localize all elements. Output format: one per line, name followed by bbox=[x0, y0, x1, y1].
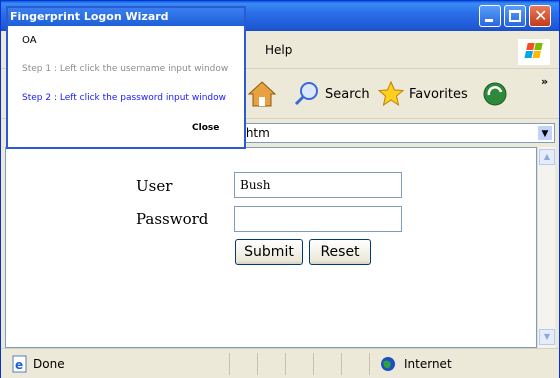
menu-help[interactable]: Help bbox=[265, 43, 292, 57]
media-icon bbox=[483, 82, 507, 106]
address-dropdown-icon[interactable]: ▼ bbox=[537, 125, 553, 141]
media-button[interactable] bbox=[481, 79, 509, 109]
svg-text:e: e bbox=[15, 358, 23, 372]
ie-page-icon: e bbox=[12, 355, 27, 373]
password-label: Password bbox=[136, 210, 209, 228]
scroll-up-icon[interactable]: ▲ bbox=[539, 149, 555, 165]
favorites-label: Favorites bbox=[409, 86, 468, 102]
page-content: User Bush Password Submit Reset bbox=[5, 147, 537, 348]
user-label: User bbox=[136, 177, 173, 195]
close-icon: ✕ bbox=[534, 6, 548, 25]
status-panel bbox=[313, 353, 341, 375]
status-panel bbox=[257, 353, 285, 375]
status-panel bbox=[229, 353, 257, 375]
home-icon bbox=[247, 81, 277, 107]
fingerprint-wizard-dialog: Fingerprint Logon Wizard OA Step 1 : Lef… bbox=[6, 6, 246, 149]
user-input-value: Bush bbox=[240, 178, 271, 192]
user-input[interactable]: Bush bbox=[234, 172, 402, 198]
status-panel bbox=[341, 353, 369, 375]
wizard-step1: Step 1 : Left click the username input w… bbox=[22, 64, 229, 74]
toolbar-overflow-chevron[interactable]: » bbox=[541, 75, 548, 88]
home-button[interactable] bbox=[247, 79, 277, 109]
reset-button[interactable]: Reset bbox=[309, 239, 371, 265]
star-icon bbox=[377, 80, 405, 107]
address-text: .htm bbox=[242, 126, 270, 140]
maximize-icon bbox=[509, 10, 521, 22]
minimize-button[interactable] bbox=[479, 5, 501, 27]
minimize-icon bbox=[485, 19, 493, 22]
windows-logo-icon bbox=[518, 39, 550, 65]
zone-panel: Internet bbox=[369, 353, 551, 375]
status-text: Done bbox=[33, 357, 65, 371]
vertical-scrollbar[interactable]: ▲ ▼ bbox=[537, 147, 555, 348]
wizard-app-name: OA bbox=[22, 35, 37, 46]
zone-text: Internet bbox=[404, 357, 452, 371]
submit-button[interactable]: Submit bbox=[235, 239, 303, 265]
status-panel bbox=[285, 353, 313, 375]
scroll-down-icon[interactable]: ▼ bbox=[539, 329, 555, 345]
globe-icon bbox=[381, 357, 395, 371]
search-label: Search bbox=[325, 86, 370, 102]
password-input[interactable] bbox=[234, 206, 402, 232]
wizard-step2: Step 2 : Left click the password input w… bbox=[22, 93, 226, 103]
search-icon bbox=[294, 82, 318, 106]
wizard-title[interactable]: Fingerprint Logon Wizard bbox=[8, 8, 244, 26]
maximize-button[interactable] bbox=[504, 5, 526, 27]
status-bar: e Done Internet bbox=[1, 348, 559, 378]
search-button[interactable]: Search bbox=[293, 79, 370, 109]
favorites-button[interactable]: Favorites bbox=[377, 79, 468, 109]
close-window-button[interactable]: ✕ bbox=[529, 5, 551, 27]
wizard-close-button[interactable]: Close bbox=[192, 123, 219, 133]
address-input[interactable]: .htm ▼ bbox=[237, 123, 555, 143]
